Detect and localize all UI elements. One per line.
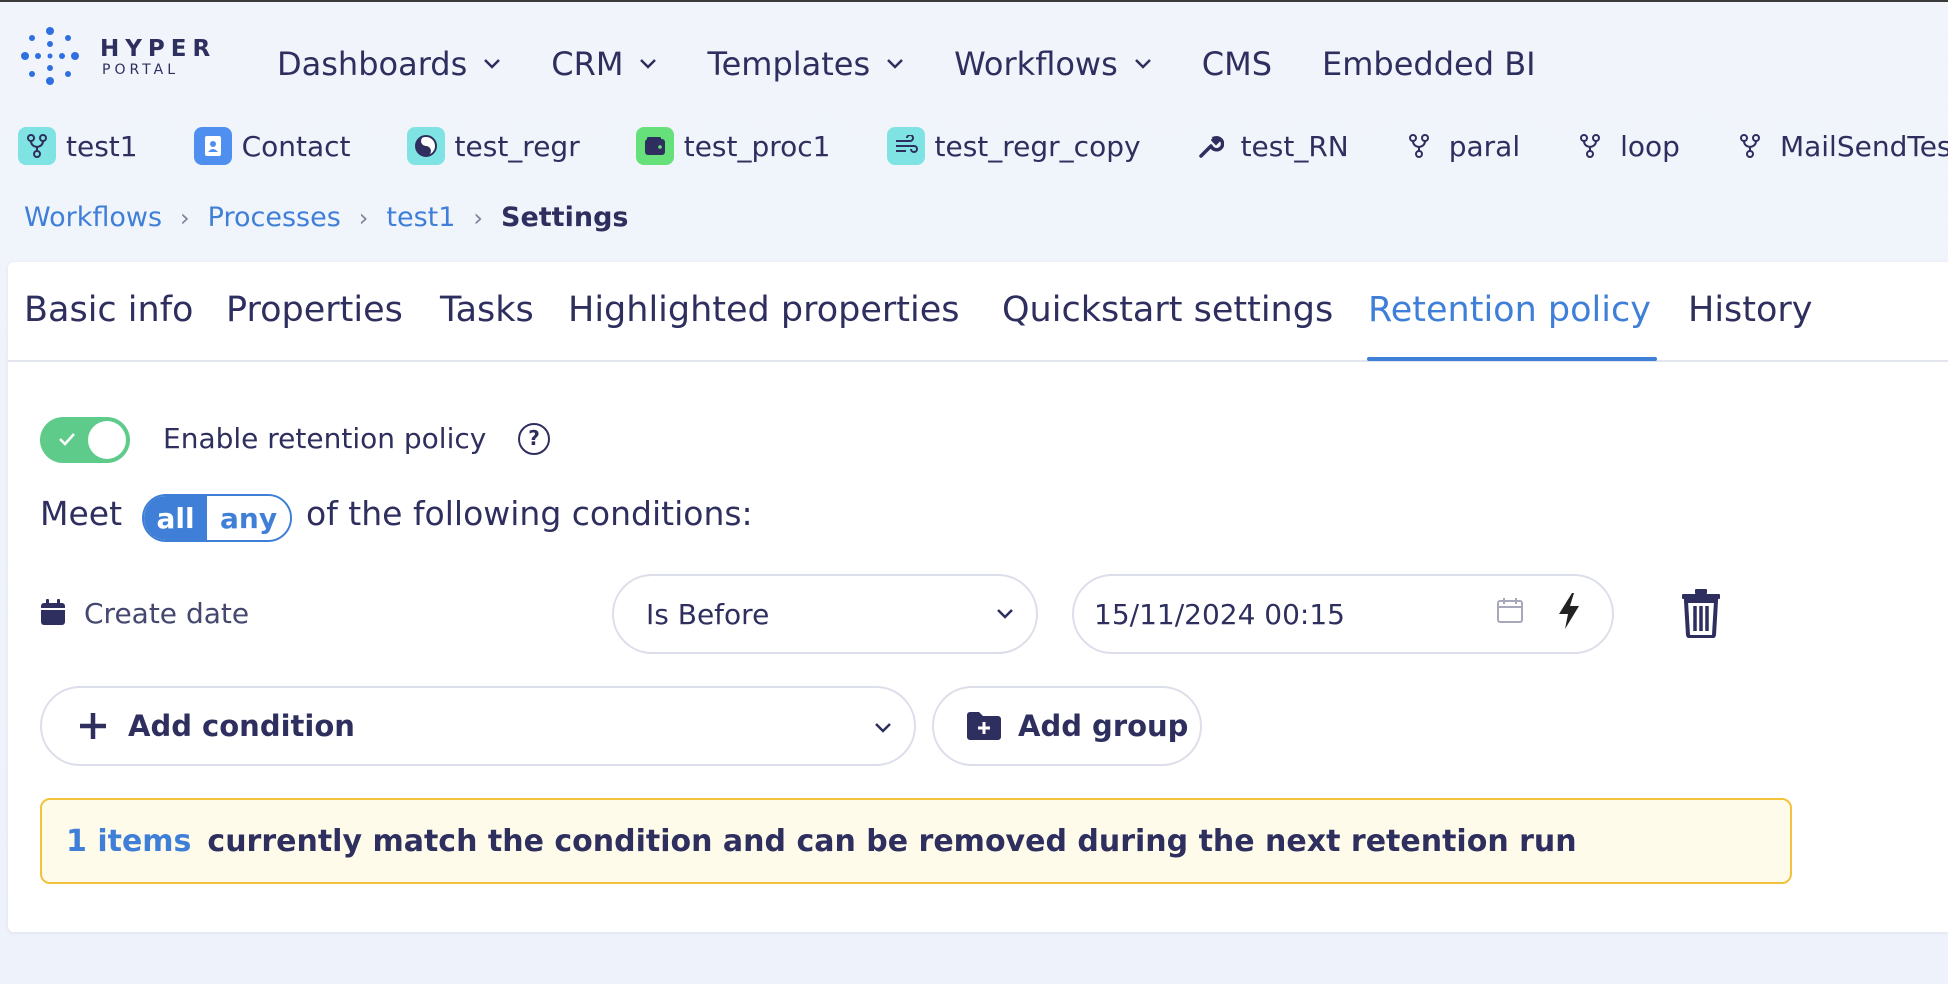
add-condition-select[interactable]: Add condition xyxy=(40,686,916,766)
add-group-label: Add group xyxy=(1018,709,1189,743)
shortcut-label: test_proc1 xyxy=(683,129,831,163)
menu-label: Workflows xyxy=(954,45,1118,83)
fork-icon xyxy=(1736,132,1764,160)
chevron-right-icon: › xyxy=(473,203,484,232)
shortcut-label: test_regr xyxy=(454,129,580,163)
fork-icon xyxy=(1405,132,1433,160)
shortcut-test-regr[interactable]: test_regr xyxy=(406,127,580,165)
menu-label: CMS xyxy=(1201,45,1273,83)
add-group-button[interactable]: Add group xyxy=(932,686,1202,766)
menu-workflows[interactable]: Workflows xyxy=(954,45,1152,83)
shortcut-loop[interactable]: loop xyxy=(1576,130,1680,163)
shortcut-label: loop xyxy=(1620,129,1680,163)
match-any-option[interactable]: any xyxy=(207,496,290,540)
chevron-down-icon xyxy=(1134,59,1151,69)
shortcut-label: paral xyxy=(1448,129,1521,163)
tab-history[interactable]: History xyxy=(1688,290,1813,330)
trash-icon[interactable] xyxy=(1680,588,1722,638)
breadcrumb-workflows[interactable]: Workflows xyxy=(24,202,162,233)
active-tab-indicator xyxy=(1367,357,1657,361)
breadcrumb: Workflows › Processes › test1 › Settings xyxy=(24,202,628,233)
hyper-portal-logo[interactable]: HYPER PORTAL xyxy=(20,26,230,96)
logo-mark-icon xyxy=(21,27,79,85)
tab-retention-policy[interactable]: Retention policy xyxy=(1368,290,1651,330)
settings-card: Basic info Properties Tasks Highlighted … xyxy=(8,262,1948,932)
shortcut-test1[interactable]: test1 xyxy=(18,127,138,165)
main-menu: Dashboards CRM Templates Workflows CMS E… xyxy=(277,40,1586,88)
process-shortcuts: test1 Contact test_regr test_proc1 test_… xyxy=(18,124,1948,168)
date-value: 15/11/2024 00:15 xyxy=(1094,597,1345,631)
contact-card-icon xyxy=(193,127,232,165)
brand-sub: PORTAL xyxy=(102,62,180,78)
settings-tabs: Basic info Properties Tasks Highlighted … xyxy=(8,262,1948,362)
shortcut-test-proc1[interactable]: test_proc1 xyxy=(635,127,831,165)
yin-yang-icon xyxy=(406,127,445,165)
shortcut-paral[interactable]: paral xyxy=(1405,130,1520,163)
breadcrumb-current: Settings xyxy=(501,202,629,233)
chevron-right-icon: › xyxy=(180,203,190,232)
chevron-down-icon xyxy=(640,59,657,69)
matched-items-count[interactable]: 1 items xyxy=(66,824,191,859)
match-mode-switch: all any xyxy=(142,494,292,542)
calendar-picker-icon[interactable] xyxy=(1496,596,1524,624)
chevron-right-icon: › xyxy=(358,203,369,232)
shortcut-label: test1 xyxy=(66,129,138,163)
calendar-icon xyxy=(41,599,65,625)
menu-embedded-bi[interactable]: Embedded BI xyxy=(1322,45,1536,83)
breadcrumb-processes[interactable]: Processes xyxy=(208,202,341,233)
fork-icon xyxy=(1576,132,1604,160)
menu-crm[interactable]: CRM xyxy=(551,45,657,83)
menu-templates[interactable]: Templates xyxy=(707,45,904,83)
wrench-icon xyxy=(1197,132,1225,160)
condition-field-label: Create date xyxy=(84,597,250,630)
menu-label: Templates xyxy=(707,45,871,83)
tab-properties[interactable]: Properties xyxy=(226,290,403,330)
chevron-down-icon xyxy=(484,59,501,69)
breadcrumb-test1[interactable]: test1 xyxy=(386,202,455,233)
following-conditions-label: of the following conditions: xyxy=(306,494,753,533)
shortcut-test-rn[interactable]: test_RN xyxy=(1197,130,1349,163)
plus-icon xyxy=(80,713,106,739)
wind-icon xyxy=(886,127,925,165)
operator-value: Is Before xyxy=(646,597,770,631)
brand-name: HYPER xyxy=(100,36,217,62)
tab-quickstart-settings[interactable]: Quickstart settings xyxy=(1002,290,1333,330)
tab-highlighted-properties[interactable]: Highlighted properties xyxy=(568,290,960,330)
enable-retention-toggle[interactable] xyxy=(40,417,130,463)
add-condition-label: Add condition xyxy=(128,709,355,743)
menu-label: Dashboards xyxy=(277,45,468,83)
enable-retention-label: Enable retention policy xyxy=(163,422,487,455)
wallet-icon xyxy=(635,127,674,165)
top-navigation: HYPER PORTAL Dashboards CRM Templates Wo… xyxy=(0,2,1948,122)
chevron-down-icon xyxy=(997,609,1013,619)
shortcut-label: MailSendTest xyxy=(1779,129,1948,163)
menu-label: Embedded BI xyxy=(1322,45,1536,83)
folder-plus-icon xyxy=(967,712,1001,740)
menu-label: CRM xyxy=(551,45,624,83)
help-icon[interactable]: ? xyxy=(518,423,550,455)
shortcut-label: Contact xyxy=(241,129,351,163)
shortcut-contact[interactable]: Contact xyxy=(193,127,351,165)
menu-cms[interactable]: CMS xyxy=(1202,45,1272,83)
shortcut-label: test_regr_copy xyxy=(934,129,1141,163)
lightning-bolt-icon[interactable] xyxy=(1556,592,1582,630)
shortcut-label: test_RN xyxy=(1240,129,1349,163)
shortcut-test-regr-copy[interactable]: test_regr_copy xyxy=(886,127,1141,165)
menu-dashboards[interactable]: Dashboards xyxy=(277,45,501,83)
check-icon xyxy=(59,433,75,446)
matched-items-text: currently match the condition and can be… xyxy=(207,823,1577,859)
operator-select[interactable]: Is Before xyxy=(612,574,1038,654)
fork-icon xyxy=(18,127,56,165)
toggle-knob xyxy=(88,421,126,459)
shortcut-mailsendtest[interactable]: MailSendTest xyxy=(1736,130,1948,163)
date-value-input[interactable]: 15/11/2024 00:15 xyxy=(1072,574,1614,654)
match-all-option[interactable]: all xyxy=(144,496,208,540)
chevron-down-icon xyxy=(887,59,904,69)
meet-label: Meet xyxy=(40,494,123,533)
retention-match-info: 1 items currently match the condition an… xyxy=(40,798,1792,884)
tab-tasks[interactable]: Tasks xyxy=(440,290,534,330)
chevron-down-icon xyxy=(875,723,891,733)
tab-basic-info[interactable]: Basic info xyxy=(24,290,193,330)
